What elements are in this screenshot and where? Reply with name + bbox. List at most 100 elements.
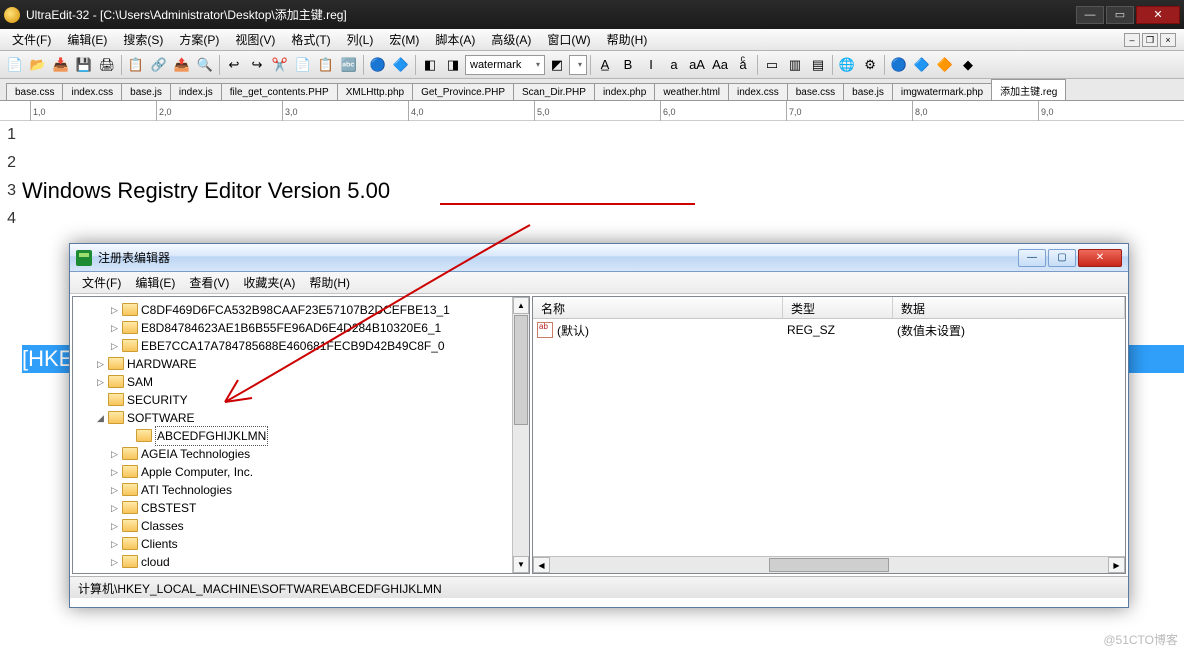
regedit-menu-item[interactable]: 收藏夹(A)	[237, 272, 301, 293]
mdi-minimize-button[interactable]: –	[1124, 33, 1140, 47]
regedit-list-pane[interactable]: 名称 类型 数据 (默认)REG_SZ(数值未设置) ◀ ▶	[532, 296, 1126, 574]
toolbar-button[interactable]: 📄	[292, 54, 314, 76]
tree-node[interactable]: ▷SAM	[75, 373, 529, 391]
toolbar-button[interactable]: Aa	[709, 54, 731, 76]
tree-node[interactable]: SECURITY	[75, 391, 529, 409]
editor-tab[interactable]: index.php	[594, 83, 655, 100]
menu-item[interactable]: 宏(M)	[383, 29, 425, 50]
mdi-restore-button[interactable]: ❐	[1142, 33, 1158, 47]
toolbar-button[interactable]: ✂️	[269, 54, 291, 76]
menu-item[interactable]: 脚本(A)	[429, 29, 481, 50]
menu-item[interactable]: 视图(V)	[229, 29, 281, 50]
column-header-name[interactable]: 名称	[533, 297, 783, 318]
toolbar-button[interactable]: 📋	[315, 54, 337, 76]
list-body[interactable]: (默认)REG_SZ(数值未设置)	[533, 319, 1125, 556]
toolbar-button[interactable]: 🔵	[367, 54, 389, 76]
regedit-menu-item[interactable]: 编辑(E)	[129, 272, 181, 293]
column-header-data[interactable]: 数据	[893, 297, 1125, 318]
regedit-titlebar[interactable]: 注册表编辑器 — ▢ ✕	[70, 244, 1128, 272]
tree-vertical-scrollbar[interactable]: ▲ ▼	[512, 297, 529, 573]
regedit-close-button[interactable]: ✕	[1078, 249, 1122, 267]
tree-node[interactable]: ▷Apple Computer, Inc.	[75, 463, 529, 481]
toolbar-button[interactable]: a	[663, 54, 685, 76]
toolbar-button[interactable]: A̲	[594, 54, 616, 76]
toolbar-button[interactable]: ◆	[957, 54, 979, 76]
toolbar-button[interactable]: ▥	[784, 54, 806, 76]
toolbar-combo-small[interactable]	[569, 55, 587, 75]
toolbar-button[interactable]: ⚙	[859, 54, 881, 76]
expand-icon[interactable]: ▷	[109, 305, 120, 316]
list-horizontal-scrollbar[interactable]: ◀ ▶	[533, 556, 1125, 573]
tree-node[interactable]: ▷cloud	[75, 553, 529, 571]
expand-icon[interactable]: ▷	[109, 323, 120, 334]
menu-item[interactable]: 窗口(W)	[541, 29, 596, 50]
tree-node[interactable]: ▷EBE7CCA17A784785688E460681FECB9D42B49C8…	[75, 337, 529, 355]
code-line-1[interactable]: Windows Registry Editor Version 5.00	[22, 177, 1184, 205]
tree-node[interactable]: ▷C8DF469D6FCA532B98CAAF23E57107B2DCEFBE1…	[75, 301, 529, 319]
scroll-left-button[interactable]: ◀	[533, 557, 550, 573]
toolbar-button[interactable]: ◧	[419, 54, 441, 76]
regedit-menu-item[interactable]: 帮助(H)	[303, 272, 356, 293]
expand-icon[interactable]: ▷	[109, 503, 120, 514]
toolbar-combo[interactable]: watermark	[465, 55, 545, 75]
scroll-down-button[interactable]: ▼	[513, 556, 529, 573]
editor-tab[interactable]: base.js	[843, 83, 893, 100]
toolbar-button[interactable]: 🔷	[911, 54, 933, 76]
scroll-up-button[interactable]: ▲	[513, 297, 529, 314]
editor-tab[interactable]: index.css	[728, 83, 788, 100]
toolbar-button[interactable]: 🔵	[888, 54, 910, 76]
toolbar-button[interactable]: 🔗	[148, 54, 170, 76]
toolbar-button[interactable]: ↩	[223, 54, 245, 76]
list-row[interactable]: (默认)REG_SZ(数值未设置)	[537, 321, 1121, 339]
regedit-window[interactable]: 注册表编辑器 — ▢ ✕ 文件(F)编辑(E)查看(V)收藏夹(A)帮助(H) …	[69, 243, 1129, 608]
toolbar-button[interactable]: ◨	[442, 54, 464, 76]
toolbar-button[interactable]: 📂	[27, 54, 49, 76]
editor-tab[interactable]: index.css	[62, 83, 122, 100]
regedit-menu-item[interactable]: 文件(F)	[76, 272, 127, 293]
ue-editor[interactable]: 1234 Windows Registry Editor Version 5.0…	[0, 121, 1184, 261]
editor-tab[interactable]: file_get_contents.PHP	[221, 83, 338, 100]
tree-node[interactable]: ▷HARDWARE	[75, 355, 529, 373]
menu-item[interactable]: 编辑(E)	[61, 29, 113, 50]
expand-icon[interactable]: ▷	[95, 359, 106, 370]
toolbar-button[interactable]: 📥	[50, 54, 72, 76]
menu-item[interactable]: 格式(T)	[285, 29, 336, 50]
tree-node[interactable]: ▷ATI Technologies	[75, 481, 529, 499]
scroll-thumb[interactable]	[514, 315, 528, 425]
close-button[interactable]: ✕	[1136, 6, 1180, 24]
editor-tab[interactable]: base.css	[787, 83, 844, 100]
maximize-button[interactable]: ▭	[1106, 6, 1134, 24]
toolbar-button[interactable]: ▭	[761, 54, 783, 76]
expand-icon[interactable]	[95, 395, 106, 406]
regedit-maximize-button[interactable]: ▢	[1048, 249, 1076, 267]
list-header[interactable]: 名称 类型 数据	[533, 297, 1125, 319]
toolbar-button[interactable]: 🔍	[194, 54, 216, 76]
expand-icon[interactable]: ▷	[109, 341, 120, 352]
menu-item[interactable]: 列(L)	[341, 29, 380, 50]
tree-node[interactable]: ▷CBSTEST	[75, 499, 529, 517]
toolbar-button[interactable]: 🌐	[836, 54, 858, 76]
scroll-right-button[interactable]: ▶	[1108, 557, 1125, 573]
editor-tab[interactable]: Get_Province.PHP	[412, 83, 514, 100]
toolbar-button[interactable]: aA	[686, 54, 708, 76]
tree-node[interactable]: ▷Classes	[75, 517, 529, 535]
menu-item[interactable]: 方案(P)	[173, 29, 225, 50]
toolbar-button[interactable]: 💾	[73, 54, 95, 76]
tree-node[interactable]: ▷cloudtmp	[75, 571, 529, 574]
expand-icon[interactable]: ▷	[109, 539, 120, 550]
editor-tab[interactable]: XMLHttp.php	[337, 83, 413, 100]
toolbar-button[interactable]: 🔷	[390, 54, 412, 76]
tree-node[interactable]: ABCEDFGHIJKLMN	[75, 427, 529, 445]
tree-node[interactable]: ◢SOFTWARE	[75, 409, 529, 427]
editor-tab[interactable]: base.js	[121, 83, 171, 100]
column-header-type[interactable]: 类型	[783, 297, 893, 318]
regedit-tree-pane[interactable]: ▷C8DF469D6FCA532B98CAAF23E57107B2DCEFBE1…	[72, 296, 530, 574]
menu-item[interactable]: 高级(A)	[485, 29, 537, 50]
toolbar-button[interactable]: 🔤	[338, 54, 360, 76]
expand-icon[interactable]: ▷	[109, 557, 120, 568]
regedit-minimize-button[interactable]: —	[1018, 249, 1046, 267]
expand-icon[interactable]: ▷	[109, 521, 120, 532]
expand-icon[interactable]: ▷	[95, 377, 106, 388]
toolbar-button[interactable]: 🖨	[96, 54, 118, 76]
editor-tab[interactable]: Scan_Dir.PHP	[513, 83, 595, 100]
